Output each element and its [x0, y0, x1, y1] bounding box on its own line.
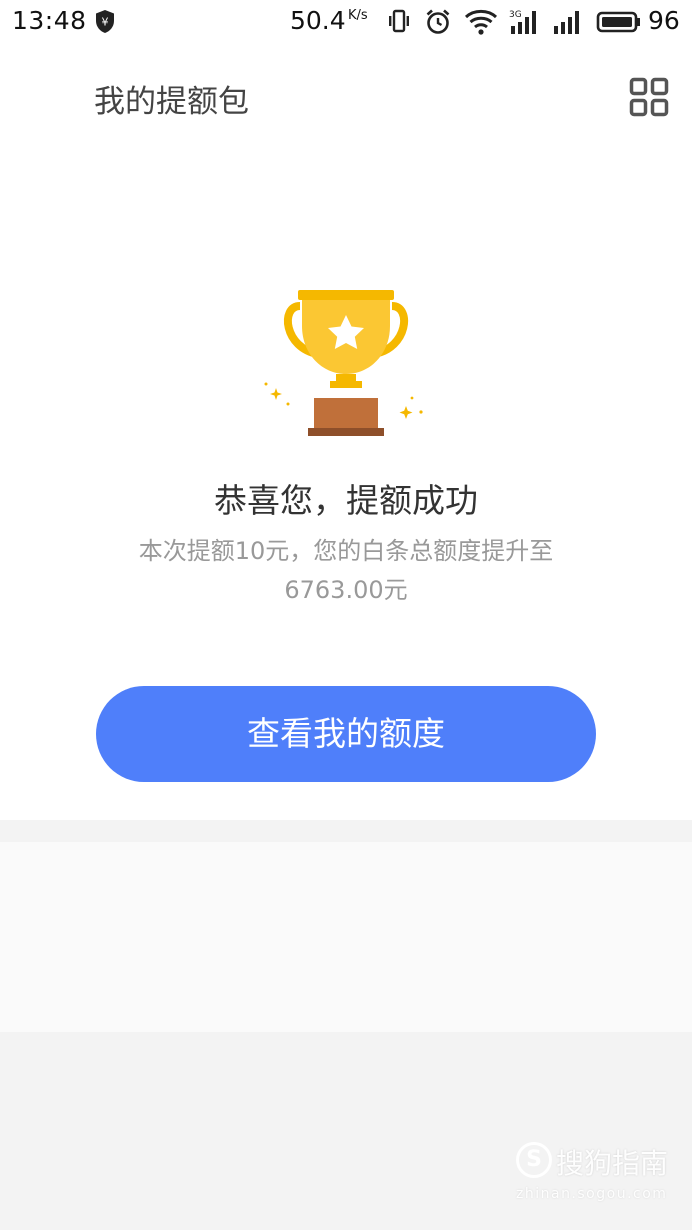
- success-title: 恭喜您，提额成功: [214, 481, 478, 520]
- svg-text:3G: 3G: [509, 10, 522, 20]
- signal-icon: [554, 11, 579, 34]
- battery-level: 96: [648, 6, 680, 35]
- wifi-icon: [464, 9, 498, 35]
- sogou-logo-letter: S: [526, 1147, 542, 1172]
- grid-icon[interactable]: [628, 76, 670, 118]
- success-description: 本次提额10元，您的白条总额度提升至6763.00元: [138, 537, 554, 604]
- status-bar: 13:48 ¥ 50.4 K/s 3G 96: [0, 0, 692, 44]
- vibrate-icon: [389, 9, 409, 33]
- svg-text:¥: ¥: [102, 16, 109, 29]
- trophy-icon: [264, 290, 423, 436]
- result-card: 恭喜您，提额成功 本次提额10元，您的白条总额度提升至6763.00元 查看我的…: [0, 150, 692, 820]
- signal-3g-icon: 3G: [509, 10, 536, 34]
- view-my-limit-button[interactable]: 查看我的额度: [96, 686, 596, 782]
- alarm-icon: [426, 9, 450, 34]
- sogou-logo-icon: S: [516, 1142, 552, 1178]
- header: 我的提额包: [0, 44, 692, 150]
- battery-icon: [596, 11, 640, 33]
- empty-panel: [0, 842, 692, 1032]
- watermark-url: zhinan.sogou.com: [516, 1186, 668, 1202]
- watermark-text: 搜狗指南: [556, 1147, 669, 1180]
- shield-yen-icon: ¥: [96, 10, 114, 33]
- network-speed: 50.4: [290, 6, 346, 35]
- status-time: 13:48: [12, 6, 87, 35]
- page-title: 我的提额包: [94, 84, 249, 120]
- network-speed-unit: K/s: [348, 8, 368, 23]
